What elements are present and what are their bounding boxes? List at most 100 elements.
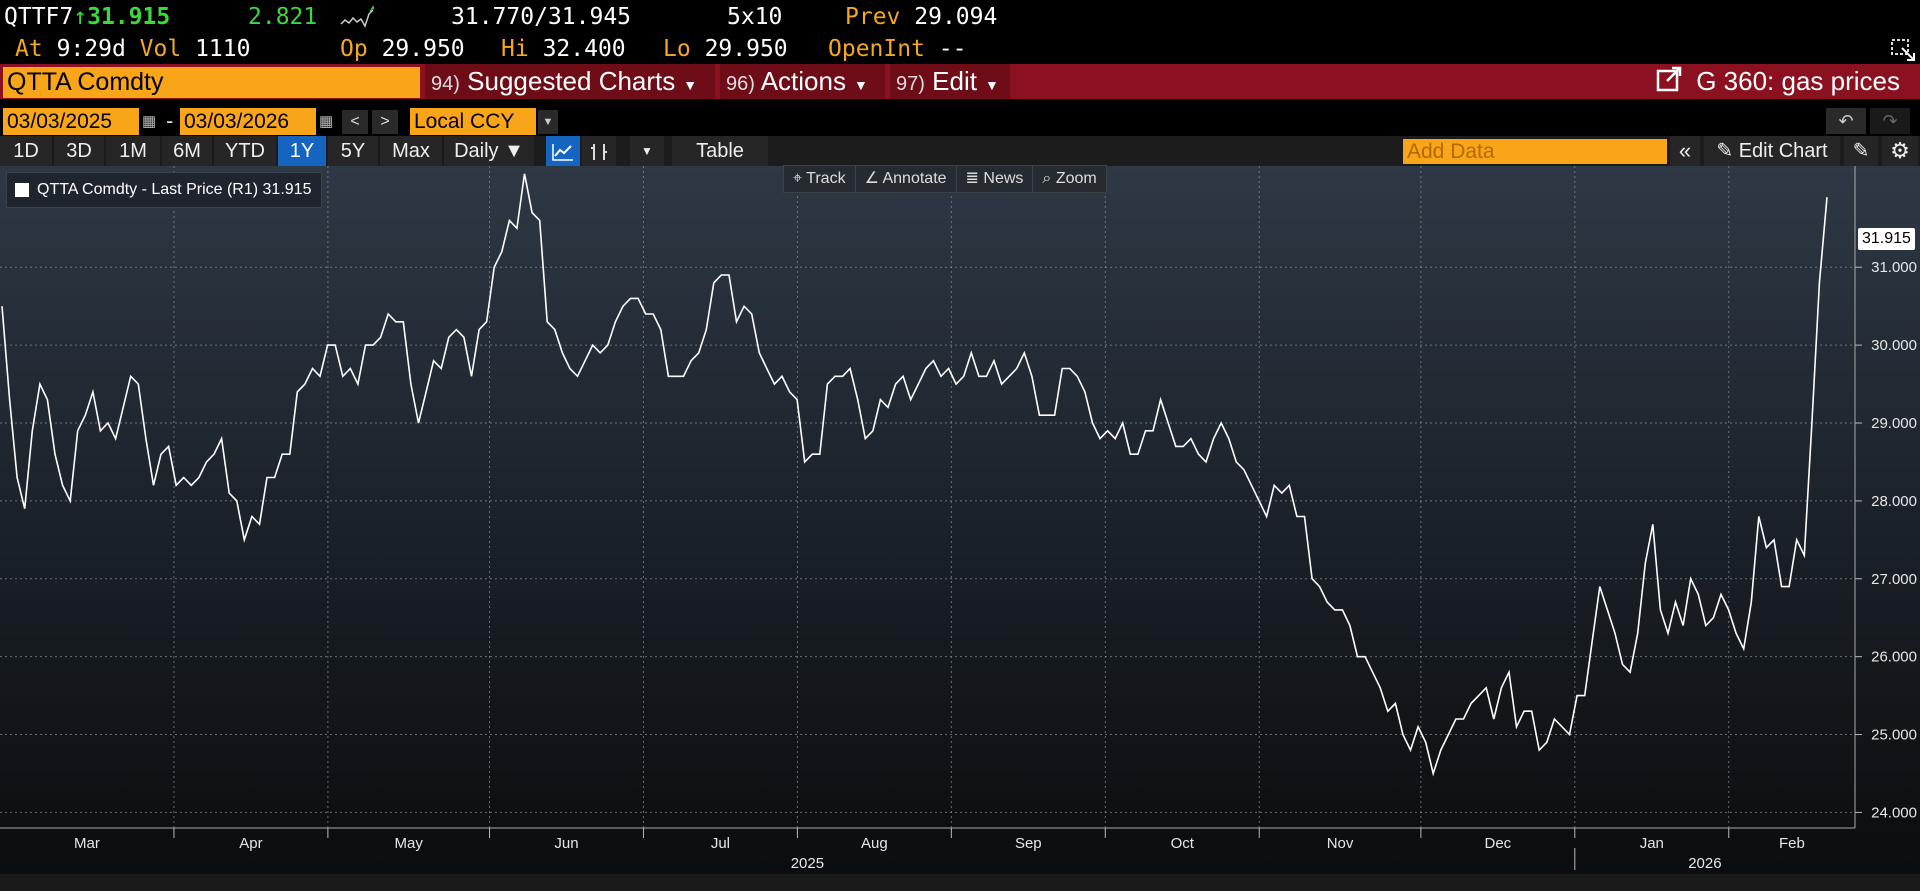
calendar-icon[interactable]: ▦ (142, 112, 156, 130)
net-change: 2.821 (248, 4, 318, 30)
x-tick-label: Feb (1779, 835, 1805, 852)
period-1y[interactable]: 1Y (278, 136, 326, 166)
prev-range-button[interactable]: < (342, 110, 368, 134)
low-value: 29.950 (704, 36, 788, 62)
currency-dropdown-icon[interactable]: ▼ (538, 110, 558, 134)
prev-label: Prev (845, 4, 901, 30)
pencil-icon: ✎ (1716, 140, 1734, 162)
year-label: 2026 (1688, 855, 1721, 872)
menu-number: 94) (431, 73, 460, 95)
vol-label: Vol (139, 36, 182, 62)
track-tool[interactable]: ⌖ Track (784, 166, 856, 192)
last-price: 31.915 (87, 4, 171, 30)
x-tick-label: Nov (1327, 835, 1354, 852)
period-max[interactable]: Max (380, 136, 442, 166)
x-tick-label: Oct (1171, 835, 1195, 852)
next-range-button[interactable]: > (372, 110, 398, 134)
start-date-field[interactable]: 03/03/2025 (3, 108, 139, 135)
chart-area[interactable]: 24.000 25.000 26.000 27.000 28.000 29.000 30.0… (0, 166, 1920, 891)
y-tick-label: 29.000 (1871, 415, 1917, 432)
tool-label: Annotate (882, 170, 947, 187)
security-field[interactable]: QTTA Comdty (3, 67, 420, 98)
bid-ask-size: 5x10 (727, 4, 783, 30)
open-line: Op 29.950 (340, 36, 465, 62)
period-5y[interactable]: 5Y (328, 136, 378, 166)
volume: 1110 (195, 36, 251, 62)
period-ytd[interactable]: YTD (214, 136, 276, 166)
tool-label: Track (806, 170, 846, 187)
redo-icon[interactable]: ↷ (1870, 108, 1910, 134)
annotate-tool[interactable]: ∠ Annotate (856, 166, 957, 192)
menu-label: Edit (932, 66, 977, 96)
period-6m[interactable]: 6M (162, 136, 212, 166)
openint-value: -- (938, 36, 967, 62)
chart-tools: ⌖ Track ∠ Annotate ≣ News ⌕ Zoom (783, 165, 1107, 193)
sparkline-icon (340, 5, 375, 35)
popout-window-icon[interactable] (1890, 38, 1916, 67)
legend-text: QTTA Comdty - Last Price (R1) 31.915 (37, 181, 312, 198)
tool-label: Zoom (1055, 170, 1097, 187)
prev-close: Prev 29.094 (845, 4, 997, 30)
zoom-tool[interactable]: ⌕ Zoom (1033, 166, 1105, 192)
suggested-charts-menu[interactable]: 94) Suggested Charts ▼ (425, 64, 715, 99)
chart-type-dropdown-icon[interactable]: ▼ (630, 136, 664, 166)
y-tick-label: 26.000 (1871, 649, 1917, 666)
gear-icon[interactable]: ⚙ (1882, 136, 1918, 166)
end-date-field[interactable]: 03/03/2026 (180, 108, 316, 135)
prev-value: 29.094 (914, 4, 998, 30)
x-tick-label: Dec (1484, 835, 1511, 852)
actions-menu[interactable]: 96) Actions ▼ (720, 64, 885, 99)
edit-chart-label: Edit Chart (1738, 140, 1828, 162)
edit-options-icon[interactable]: ✎ (1844, 136, 1878, 166)
period-1d[interactable]: 1D (0, 136, 52, 166)
currency-select[interactable]: Local CCY (410, 108, 536, 135)
status-bar (0, 874, 1920, 891)
period-3d[interactable]: 3D (54, 136, 104, 166)
menu-number: 97) (896, 73, 925, 95)
time-line: At 9:29d Vol 1110 (15, 36, 250, 62)
add-data-input[interactable]: Add Data (1403, 139, 1667, 164)
y-tick-label: 25.000 (1871, 727, 1917, 744)
lo-label: Lo (663, 36, 691, 62)
quote-line: QTTF7↑31.915 (4, 4, 170, 30)
menu-number: 96) (726, 73, 755, 95)
openint-label: OpenInt (828, 36, 925, 62)
bar-chart-icon[interactable] (582, 136, 616, 166)
calendar-icon[interactable]: ▦ (319, 112, 333, 130)
menu-label: Actions (760, 66, 846, 96)
y-tick-label: 27.000 (1871, 571, 1917, 588)
x-tick-label: Sep (1015, 835, 1042, 852)
caret-down-icon: ▼ (683, 77, 698, 93)
line-chart-icon[interactable] (546, 136, 580, 166)
news-icon: ≣ (965, 170, 979, 187)
price-chart[interactable]: 24.000 25.000 26.000 27.000 28.000 29.000 30.0… (0, 166, 1920, 891)
news-tool[interactable]: ≣ News (957, 166, 1034, 192)
menu-label: Suggested Charts (467, 66, 676, 96)
x-tick-label: Jul (711, 835, 730, 852)
magnifier-icon: ⌕ (1042, 170, 1052, 187)
x-tick-label: Aug (861, 835, 888, 852)
y-tick-label: 28.000 (1871, 493, 1917, 510)
y-tick-label: 24.000 (1871, 804, 1917, 821)
series-legend[interactable]: QTTA Comdty - Last Price (R1) 31.915 (6, 172, 323, 208)
undo-icon[interactable]: ↶ (1826, 108, 1866, 134)
quote-time: 9:29d (56, 36, 126, 62)
frequency-select[interactable]: Daily ▼ (444, 136, 534, 166)
collapse-left-icon[interactable]: « (1670, 136, 1700, 166)
high-value: 32.400 (542, 36, 626, 62)
tool-label: News (983, 170, 1024, 187)
x-tick-label: May (395, 835, 424, 852)
x-tick-label: Jan (1640, 835, 1664, 852)
edit-chart-button[interactable]: ✎ Edit Chart (1704, 136, 1840, 166)
function-title[interactable]: G 360: gas prices (1656, 64, 1900, 99)
table-button[interactable]: Table (672, 136, 768, 166)
period-1m[interactable]: 1M (106, 136, 160, 166)
op-label: Op (340, 36, 368, 62)
last-price-tag: 31.915 (1858, 228, 1915, 250)
function-name: G 360: gas prices (1696, 66, 1900, 96)
edit-menu[interactable]: 97) Edit ▼ (890, 64, 1010, 99)
y-tick-label: 30.000 (1871, 337, 1917, 354)
price-series-line (1, 173, 1828, 777)
x-tick-label: Apr (239, 835, 262, 852)
ticker: QTTF7 (4, 4, 74, 30)
